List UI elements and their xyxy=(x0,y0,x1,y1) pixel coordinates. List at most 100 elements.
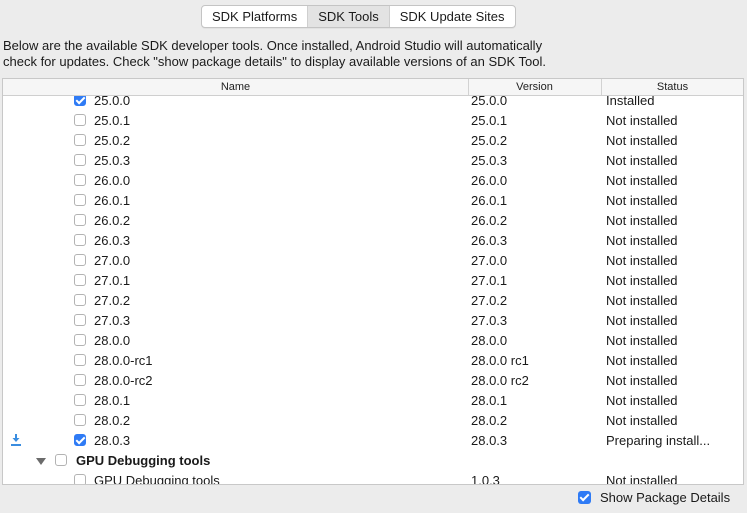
row-status: Installed xyxy=(606,96,655,108)
row-status: Preparing install... xyxy=(606,433,711,448)
show-package-details-label[interactable]: Show Package Details xyxy=(600,490,730,506)
row-version: 26.0.1 xyxy=(471,193,508,208)
row-checkbox[interactable] xyxy=(74,254,86,266)
row-checkbox[interactable] xyxy=(74,334,86,346)
tab-sdk-update-sites[interactable]: SDK Update Sites xyxy=(388,6,515,27)
row-name: 27.0.3 xyxy=(94,313,131,328)
row-name: 26.0.1 xyxy=(94,193,131,208)
row-checkbox[interactable] xyxy=(74,174,86,186)
row-checkbox[interactable] xyxy=(74,294,86,306)
table-row[interactable]: 27.0.3 27.0.3 Not installed xyxy=(3,311,743,331)
tab-sdk-platforms[interactable]: SDK Platforms xyxy=(202,6,307,27)
row-status: Not installed xyxy=(606,133,678,148)
row-status: Not installed xyxy=(606,333,678,348)
row-version: 26.0.3 xyxy=(471,233,508,248)
row-checkbox[interactable] xyxy=(74,154,86,166)
description-line-2: check for updates. Check "show package d… xyxy=(3,54,547,69)
row-checkbox[interactable] xyxy=(74,274,86,286)
row-version: 26.0.2 xyxy=(471,213,508,228)
row-version: 26.0.0 xyxy=(471,173,508,188)
row-version: 25.0.2 xyxy=(471,133,508,148)
table-row[interactable]: 27.0.0 27.0.0 Not installed xyxy=(3,251,743,271)
row-status: Not installed xyxy=(606,173,678,188)
row-version: 27.0.0 xyxy=(471,253,508,268)
table-body[interactable]: 25.0.0 25.0.0 Installed 25.0.1 25.0.1 Not ins… xyxy=(3,96,743,484)
row-name: 25.0.0 xyxy=(94,96,131,108)
row-version: 28.0.0 rc1 xyxy=(471,353,529,368)
row-name: 28.0.3 xyxy=(94,433,131,448)
row-checkbox[interactable] xyxy=(74,134,86,146)
table-row[interactable]: 26.0.0 26.0.0 Not installed xyxy=(3,171,743,191)
row-name: 28.0.0 xyxy=(94,333,131,348)
row-name: 28.0.0-rc1 xyxy=(94,353,153,368)
table-row[interactable]: 26.0.1 26.0.1 Not installed xyxy=(3,191,743,211)
row-checkbox[interactable] xyxy=(74,194,86,206)
row-version: 28.0.0 rc2 xyxy=(471,373,529,388)
download-icon xyxy=(11,434,21,446)
row-status: Not installed xyxy=(606,153,678,168)
row-name: 28.0.1 xyxy=(94,393,131,408)
description-text: Below are the available SDK developer to… xyxy=(3,38,603,70)
table-row[interactable]: 28.0.3 28.0.3 Preparing install... xyxy=(3,431,743,451)
table-row[interactable]: 28.0.0 28.0.0 Not installed xyxy=(3,331,743,351)
table-row[interactable]: 26.0.3 26.0.3 Not installed xyxy=(3,231,743,251)
row-version: 27.0.1 xyxy=(471,273,508,288)
row-status: Not installed xyxy=(606,193,678,208)
table-row[interactable]: 28.0.2 28.0.2 Not installed xyxy=(3,411,743,431)
table-row[interactable]: 28.0.0-rc2 28.0.0 rc2 Not installed xyxy=(3,371,743,391)
show-package-details-checkbox[interactable] xyxy=(578,491,591,504)
row-name: 27.0.0 xyxy=(94,253,131,268)
group-checkbox[interactable] xyxy=(55,454,67,466)
table-row[interactable]: 26.0.2 26.0.2 Not installed xyxy=(3,211,743,231)
row-name: GPU Debugging tools xyxy=(94,473,220,484)
group-row-gpu-debugging-tools[interactable]: GPU Debugging tools xyxy=(3,451,743,471)
row-version: 28.0.0 xyxy=(471,333,508,348)
row-checkbox[interactable] xyxy=(74,214,86,226)
row-name: 26.0.3 xyxy=(94,233,131,248)
row-status: Not installed xyxy=(606,373,678,388)
row-status: Not installed xyxy=(606,113,678,128)
row-checkbox[interactable] xyxy=(74,314,86,326)
column-header-version[interactable]: Version xyxy=(468,79,602,95)
row-name: 27.0.1 xyxy=(94,273,131,288)
column-header-status[interactable]: Status xyxy=(601,79,743,95)
row-checkbox[interactable] xyxy=(74,96,86,106)
tab-sdk-tools[interactable]: SDK Tools xyxy=(307,6,389,27)
row-checkbox[interactable] xyxy=(74,354,86,366)
description-line-1: Below are the available SDK developer to… xyxy=(3,38,543,53)
table-row[interactable]: 27.0.2 27.0.2 Not installed xyxy=(3,291,743,311)
table-row[interactable]: 28.0.0-rc1 28.0.0 rc1 Not installed xyxy=(3,351,743,371)
table-row[interactable]: GPU Debugging tools 1.0.3 Not installed xyxy=(3,471,743,484)
table-row[interactable]: 27.0.1 27.0.1 Not installed xyxy=(3,271,743,291)
row-status: Not installed xyxy=(606,213,678,228)
table-row[interactable]: 28.0.1 28.0.1 Not installed xyxy=(3,391,743,411)
row-checkbox[interactable] xyxy=(74,394,86,406)
row-status: Not installed xyxy=(606,353,678,368)
row-status: Not installed xyxy=(606,293,678,308)
table-row[interactable]: 25.0.2 25.0.2 Not installed xyxy=(3,131,743,151)
expand-triangle-icon[interactable] xyxy=(36,458,46,465)
row-version: 28.0.2 xyxy=(471,413,508,428)
row-status: Not installed xyxy=(606,413,678,428)
row-status: Not installed xyxy=(606,393,678,408)
row-version: 1.0.3 xyxy=(471,473,500,484)
row-checkbox[interactable] xyxy=(74,234,86,246)
row-version: 28.0.3 xyxy=(471,433,508,448)
row-name: 28.0.0-rc2 xyxy=(94,373,153,388)
row-version: 25.0.1 xyxy=(471,113,508,128)
sdk-tools-table: Name Version Status 25.0.0 25.0.0 Installe… xyxy=(2,78,744,485)
row-checkbox[interactable] xyxy=(74,114,86,126)
row-checkbox[interactable] xyxy=(74,414,86,426)
row-status: Not installed xyxy=(606,313,678,328)
table-row[interactable]: 25.0.3 25.0.3 Not installed xyxy=(3,151,743,171)
row-checkbox[interactable] xyxy=(74,434,86,446)
row-checkbox[interactable] xyxy=(74,374,86,386)
row-name: 25.0.1 xyxy=(94,113,131,128)
row-name: 25.0.3 xyxy=(94,153,131,168)
table-row[interactable]: 25.0.0 25.0.0 Installed xyxy=(3,96,743,111)
row-checkbox[interactable] xyxy=(74,474,86,484)
column-header-name[interactable]: Name xyxy=(3,79,469,95)
row-version: 25.0.3 xyxy=(471,153,508,168)
row-name: 26.0.2 xyxy=(94,213,131,228)
table-row[interactable]: 25.0.1 25.0.1 Not installed xyxy=(3,111,743,131)
